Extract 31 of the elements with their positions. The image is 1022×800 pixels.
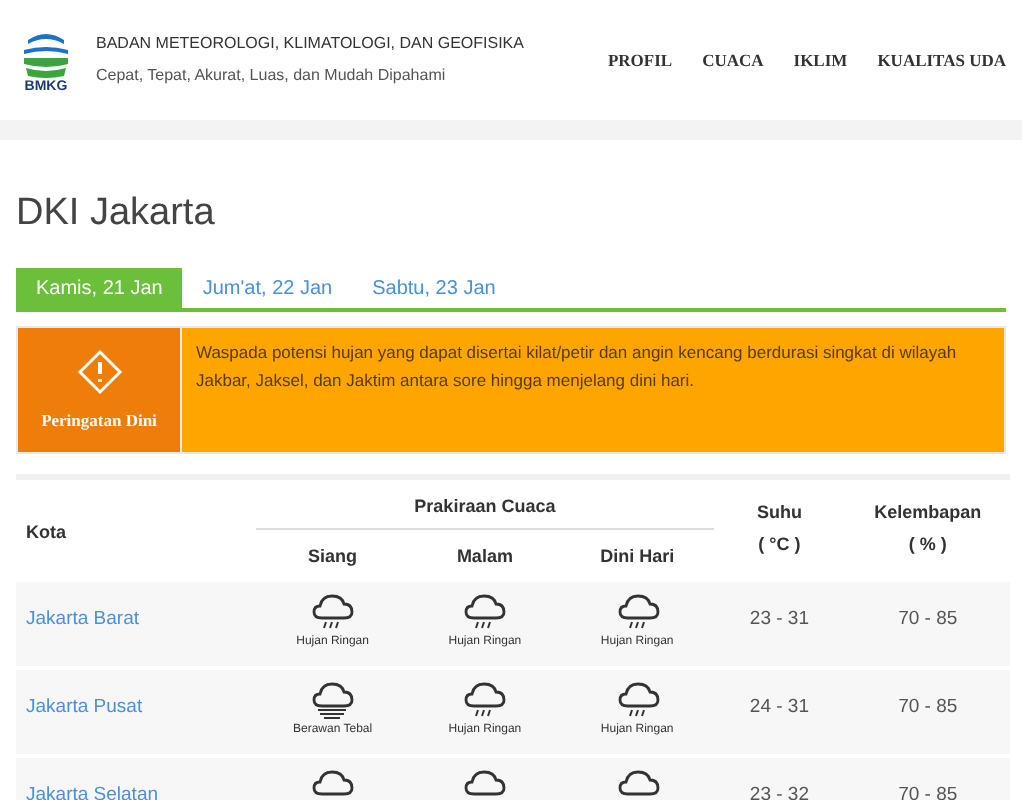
day-tab[interactable]: Jum'at, 22 Jan [182, 268, 353, 308]
tagline: Cepat, Tepat, Akurat, Luas, dan Mudah Dipahami [96, 64, 448, 88]
nav-link[interactable]: CUACA [702, 47, 764, 73]
org-name: BADAN METEOROLOGI, KLIMATOLOGI, DAN GEOFISIKA [96, 32, 524, 56]
city-link[interactable]: Jakarta Selatan [26, 784, 159, 800]
temperature: 24 - 31 [749, 696, 809, 718]
column-header: Kota [26, 521, 66, 541]
city-link[interactable]: Jakarta Barat [26, 608, 139, 630]
column-header: Suhu [756, 499, 802, 525]
unit-label: ( °C ) [758, 532, 801, 558]
nav-link[interactable]: IKLIM [793, 47, 848, 73]
day-tab[interactable]: Kamis, 21 Jan [16, 268, 183, 308]
day-tab[interactable]: Sabtu, 23 Jan [352, 268, 516, 308]
humidity: 70 - 85 [898, 784, 958, 800]
warning-text: Waspada potensi hujan yang dapat disertai kilat/petir dan angin kencang berdurasi singkat di wilayah Jakbar, Jaksel, dan Jaktim antara sore hingga menjelang dini hari. [194, 340, 959, 394]
column-header: Malam [456, 546, 513, 566]
page-title: DKI Jakarta [16, 194, 217, 232]
temperature: 23 - 31 [749, 608, 809, 630]
column-header: Siang [308, 546, 358, 566]
warning-label: Peringatan Dini [41, 407, 157, 433]
warning-icon [75, 347, 123, 396]
humidity: 70 - 85 [898, 696, 958, 718]
humidity: 70 - 85 [898, 608, 958, 630]
city-link[interactable]: Jakarta Pusat [26, 696, 143, 718]
unit-label: ( % ) [908, 532, 947, 558]
column-header: Kelembapan [874, 499, 982, 526]
nav-link[interactable]: PROFIL [607, 47, 673, 73]
nav-link[interactable]: KUALITAS UDA [877, 47, 1006, 73]
column-header: Prakiraan Cuaca [414, 496, 556, 516]
column-header: Dini Hari [600, 546, 675, 566]
temperature: 23 - 32 [749, 784, 809, 800]
